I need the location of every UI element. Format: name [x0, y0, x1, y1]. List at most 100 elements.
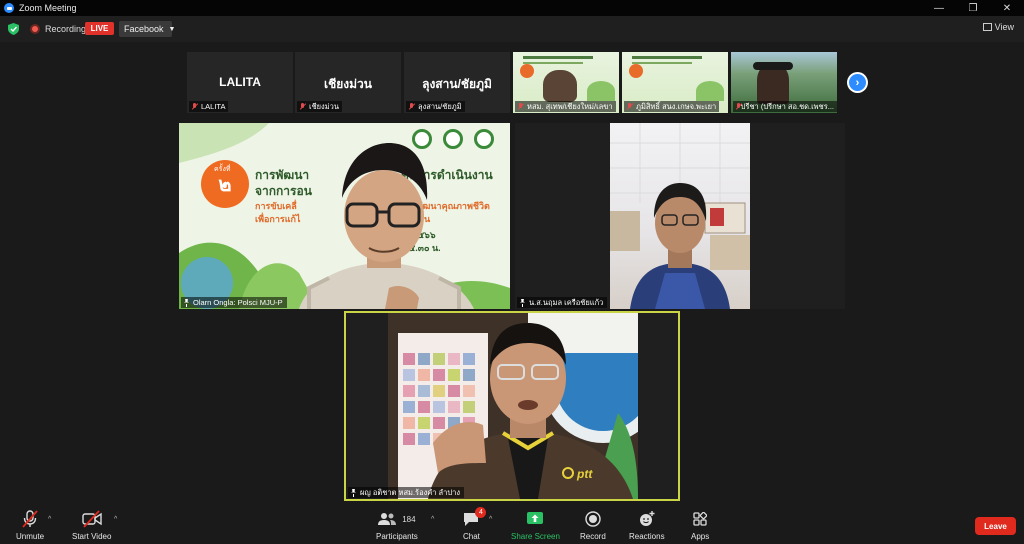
chat-options-chevron-icon[interactable]: ^ [489, 516, 492, 523]
slide-header-bar [632, 62, 692, 64]
participant-name-label: น.ส.นฤมล เครือชัยแก้ว [517, 297, 608, 308]
record-icon [585, 510, 601, 528]
chat-unread-badge: 4 [475, 507, 487, 518]
participant-name: เชียงม่วน [309, 101, 339, 111]
chevron-down-icon: ▼ [168, 25, 176, 33]
smiley-plus-icon [639, 510, 655, 528]
leave-button[interactable]: Leave [975, 517, 1016, 535]
stream-target-dropdown[interactable]: Facebook ▼ [119, 21, 175, 37]
share-screen-icon [527, 510, 544, 528]
slide-decoration [587, 81, 615, 101]
apps-label: Apps [691, 532, 710, 541]
participant-name: ผญ อติชาต หสม.ร้องคำ ลำปาง [360, 487, 460, 497]
participants-icon: 184 [378, 510, 416, 528]
unmute-button[interactable]: Unmute [16, 510, 44, 541]
participant-name-label: ผญ อติชาต หสม.ร้องคำ ลำปาง [348, 487, 464, 498]
participant-thumbnail[interactable]: ปรีชา (ปรีกษา สอ.ชด.เพชร... [731, 52, 837, 113]
stream-target-label: Facebook [124, 24, 164, 34]
participant-thumbnail[interactable]: ลุงสาน/ชัยภูมิ ลุงสาน/ชัยภูมิ [404, 52, 510, 113]
minimize-button[interactable]: — [922, 0, 956, 16]
slide-header-bar [523, 56, 593, 59]
zoom-app-icon [4, 3, 14, 13]
slide-header-bar [523, 62, 583, 64]
participants-label: Participants [376, 532, 418, 541]
mic-muted-icon [408, 102, 415, 111]
participant-display-name: LALITA [219, 75, 261, 89]
apps-button[interactable]: Apps [691, 510, 709, 541]
view-button[interactable]: View [982, 22, 1014, 32]
presenter-video [299, 143, 474, 309]
participant-name-label: LALITA [189, 101, 229, 112]
mic-muted-icon [517, 102, 524, 111]
participant-thumbnail[interactable]: LALITA LALITA [187, 52, 293, 113]
participant-video [757, 64, 789, 104]
participant-name-label: หสม. สุเทพ/เชียงใหม่/เลขา [515, 101, 616, 112]
slide-logo [520, 64, 534, 78]
share-screen-button[interactable]: Share Screen [511, 510, 560, 541]
reactions-button[interactable]: Reactions [629, 510, 665, 541]
slide-header-bar [632, 56, 702, 59]
record-button[interactable]: Record [580, 510, 606, 541]
participant-name: LALITA [201, 102, 226, 111]
reactions-label: Reactions [629, 532, 665, 541]
participant-name-label: ปรีชา (ปรีกษา สอ.ชด.เพชร... [733, 101, 837, 112]
participant-video [543, 70, 577, 102]
audio-options-chevron-icon[interactable]: ^ [48, 516, 51, 523]
participant-name: ลุงสาน/ชัยภูมิ [418, 101, 462, 111]
maximize-button[interactable]: ❐ [956, 0, 990, 16]
pin-icon [519, 299, 526, 307]
shield-icon[interactable] [8, 23, 19, 35]
participant-video-art: ptt [388, 313, 638, 499]
participants-button[interactable]: 184 Participants [376, 510, 418, 541]
meeting-toolbar: Unmute ^ Start Video ^ 184 Participants … [0, 506, 1024, 544]
participant-thumbnail[interactable]: เชียงม่วน เชียงม่วน [295, 52, 401, 113]
participant-thumbnail[interactable]: ภูมิสิทธิ์ สนง.เกษจ.พะเยา [622, 52, 728, 113]
view-label: View [994, 22, 1014, 32]
share-screen-label: Share Screen [511, 532, 560, 541]
participant-name: ภูมิสิทธิ์ สนง.เกษจ.พะเยา [636, 101, 717, 111]
slide-decoration [696, 81, 724, 101]
mic-muted-icon [735, 102, 740, 111]
participants-options-chevron-icon[interactable]: ^ [431, 516, 434, 523]
mic-muted-icon [626, 102, 633, 111]
participant-name: ปรีชา (ปรีกษา สอ.ชด.เพชร... [740, 101, 834, 111]
participant-name-label: Olarn Ongla: Polsci MJU-P [181, 297, 287, 308]
recording-icon [30, 24, 40, 34]
start-video-button[interactable]: Start Video [72, 510, 111, 541]
next-page-button[interactable]: › [847, 72, 868, 93]
participant-thumbnail[interactable]: หสม. สุเทพ/เชียงใหม่/เลขา [513, 52, 619, 113]
window-title: Zoom Meeting [19, 3, 77, 13]
recording-label[interactable]: Recording [45, 24, 86, 34]
meeting-status-bar: Recording LIVE Facebook ▼ View [0, 16, 1024, 42]
record-label: Record [580, 532, 606, 541]
video-tile-active-speaker[interactable]: ptt ผญ อติชาต หสม.ร้องคำ ลำปาง [344, 311, 680, 501]
participant-video [610, 123, 750, 309]
video-tile-participant[interactable]: น.ส.นฤมล เครือชัยแก้ว [515, 123, 845, 309]
participant-name: หสม. สุเทพ/เชียงใหม่/เลขา [527, 101, 613, 111]
live-badge[interactable]: LIVE [85, 22, 114, 35]
participants-count: 184 [402, 514, 416, 524]
participant-name-label: เชียงม่วน [297, 101, 342, 112]
chat-icon: 4 [463, 507, 487, 528]
chat-button[interactable]: 4 Chat [463, 507, 487, 541]
chevron-right-icon: › [849, 74, 866, 91]
mic-muted-icon [191, 102, 198, 111]
video-tile-presenter[interactable]: ๒ ครั้งที่ การพัฒนา ดับการดำเนินงาน จากก… [179, 123, 510, 309]
slide-logo [629, 64, 643, 78]
participant-video-art [610, 123, 750, 309]
apps-grid-icon [693, 510, 708, 528]
zoom-meeting-window: Zoom Meeting — ❐ ✕ Recording LIVE Facebo… [0, 0, 1024, 544]
participant-name-label: ลุงสาน/ชัยภูมิ [406, 101, 465, 112]
video-options-chevron-icon[interactable]: ^ [114, 516, 117, 523]
start-video-label: Start Video [72, 532, 112, 541]
participant-name-label: ภูมิสิทธิ์ สนง.เกษจ.พะเยา [624, 101, 720, 112]
participant-hat [753, 62, 793, 70]
shirt-logo-text: ptt [576, 467, 593, 481]
video-off-icon [82, 510, 102, 528]
view-grid-icon [982, 23, 992, 31]
mic-muted-icon [299, 102, 306, 111]
participant-display-name: ลุงสาน/ชัยภูมิ [422, 77, 492, 91]
participant-name: น.ส.นฤมล เครือชัยแก้ว [529, 297, 604, 307]
pin-icon [183, 299, 190, 307]
close-button[interactable]: ✕ [990, 0, 1024, 16]
